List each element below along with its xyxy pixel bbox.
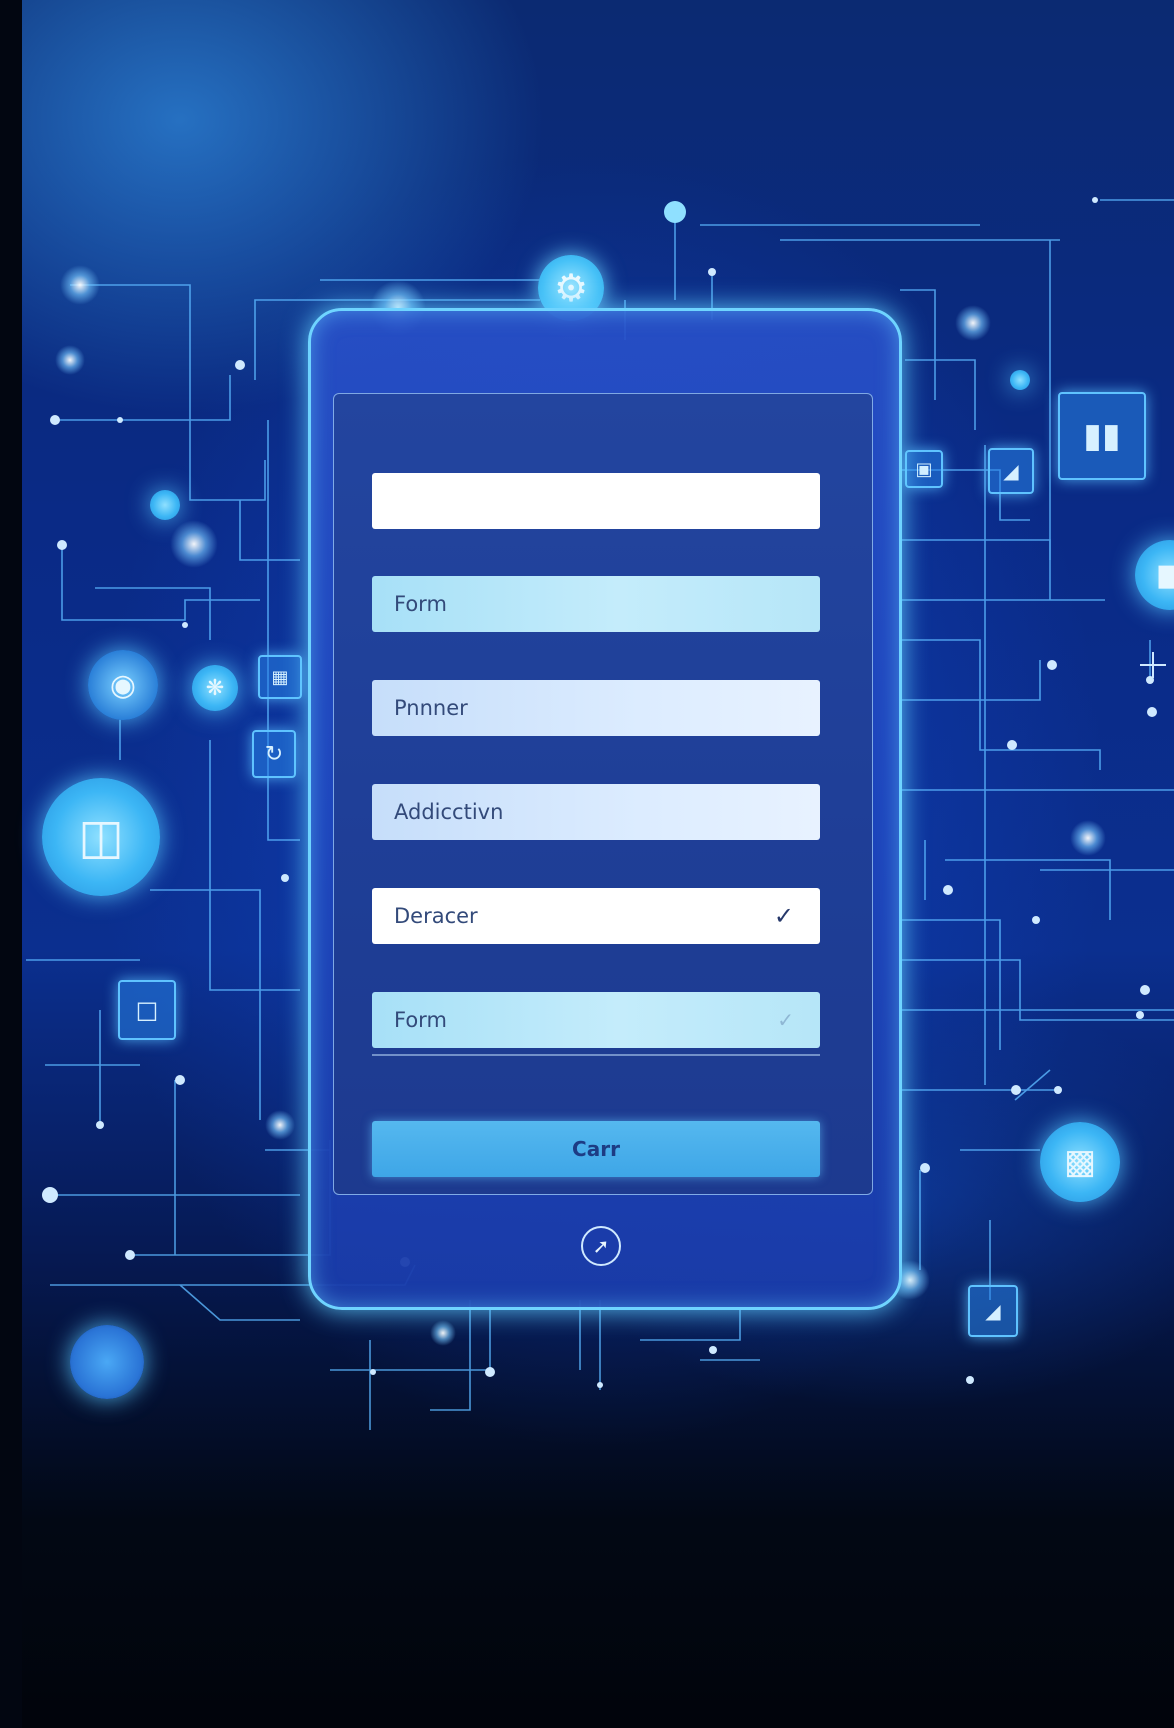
graph-icon: ◫ [42, 778, 160, 896]
tablet-device: Form Pnnner Addicctivn Deracer ✓ Form ✓ … [308, 308, 902, 1310]
glow-dot [60, 265, 100, 305]
glow-dot [955, 305, 991, 341]
photo-icon: ◢ [988, 448, 1034, 494]
check-icon: ✓ [773, 902, 794, 930]
form-field-value: Form [394, 592, 447, 616]
chart-icon: ▮▮ [1058, 392, 1146, 480]
form-dropdown-value: Form [394, 1008, 447, 1032]
field-underline [372, 1054, 820, 1056]
check-icon: ✓ [777, 1008, 794, 1032]
terminal-icon: ▦ [258, 655, 302, 699]
folder-icon: □ [118, 980, 176, 1040]
background: ▮▮ ▣ ◢ □ ▦ ↻ ◢ ❋ ■ ◫ ▩ ◉ ⚙ Form Pnnner A… [0, 0, 1174, 1728]
dropdown-field[interactable]: Deracer ✓ [372, 888, 820, 944]
form-dropdown-field[interactable]: Form ✓ [372, 992, 820, 1048]
glow-dot [1070, 820, 1106, 856]
circuit-icon: ❋ [192, 665, 238, 711]
form-field[interactable]: Form [372, 576, 820, 632]
glow-orb [70, 1325, 144, 1399]
address-field[interactable]: Addicctivn [372, 784, 820, 840]
planner-field[interactable]: Pnnner [372, 680, 820, 736]
submit-button[interactable]: Carr [372, 1121, 820, 1177]
planner-field-value: Pnnner [394, 696, 468, 720]
glow-dot [55, 345, 85, 375]
image-icon: ▣ [905, 450, 943, 488]
text-field-1[interactable] [372, 473, 820, 529]
arrow-icon[interactable]: ➚ [581, 1226, 621, 1266]
glow-dot [170, 520, 218, 568]
refresh-icon: ↻ [252, 730, 296, 778]
target-icon: ◉ [88, 650, 158, 720]
tag-icon: ◢ [968, 1285, 1018, 1337]
circuit-icon: ▩ [1040, 1122, 1120, 1202]
glow-dot [430, 1320, 456, 1346]
device-screen: Form Pnnner Addicctivn Deracer ✓ Form ✓ … [333, 393, 873, 1195]
glow-orb [1010, 370, 1030, 390]
glow-orb [150, 490, 180, 520]
address-field-value: Addicctivn [394, 800, 504, 824]
glow-dot [265, 1110, 295, 1140]
dropdown-field-value: Deracer [394, 904, 478, 928]
